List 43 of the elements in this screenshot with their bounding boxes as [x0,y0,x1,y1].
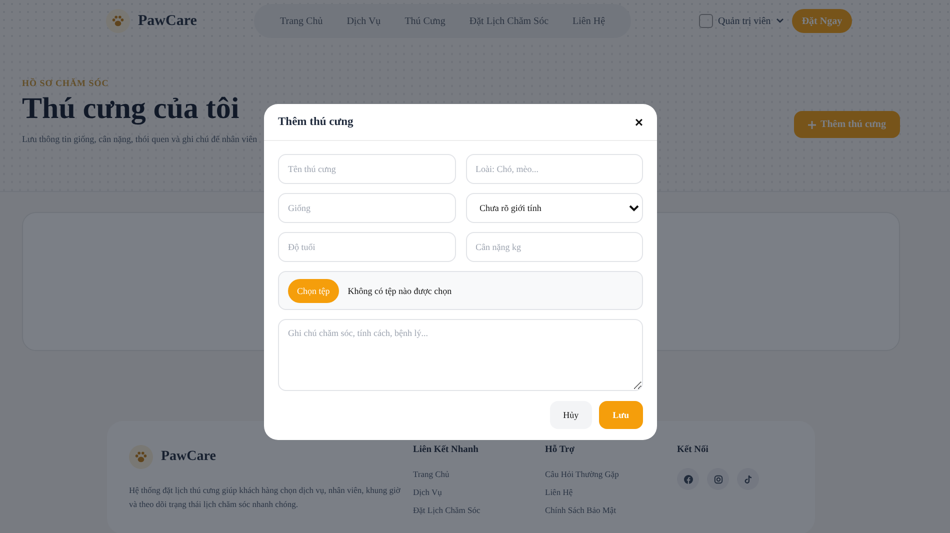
footer-link[interactable]: Câu Hỏi Thường Gặp [545,469,619,479]
footer-heading: Hỗ Trợ [545,445,574,455]
input-field[interactable]: Cân nặng kg [466,232,643,262]
footer-link[interactable]: Chính Sách Bảo Mật [545,505,616,515]
footer-link[interactable]: Dịch Vụ [413,487,442,497]
gender-select[interactable]: Chưa rõ giới tính [466,193,643,223]
nav-link[interactable]: Thú Cưng [392,16,458,26]
save-button[interactable]: Lưu [598,401,643,429]
notes-field[interactable]: Ghi chú chăm sóc, tính cách, bệnh lý... [278,319,643,391]
footer-brand: PawCare [161,449,216,465]
chevron-icon[interactable] [776,18,784,24]
input-field[interactable]: Tên thú cưng [278,154,456,184]
footer-link[interactable]: Liên Hệ [545,487,573,497]
plus-icon [808,120,816,128]
nav-link[interactable]: Đặt Lịch Chăm Sóc [457,16,561,26]
dialog-title: Thêm thú cưng [278,116,354,128]
page-description: Lưu thông tin giống, cân nặng, thói quen và ghi chú để nhân viên [22,134,258,144]
section-eyebrow: HỒ SƠ CHĂM SÓC [22,78,110,88]
paw-logo-icon [106,9,130,33]
close-button[interactable]: × [634,115,643,129]
nav-link[interactable]: Liên Hệ [560,16,618,26]
footer-link[interactable]: Trang Chủ [413,469,450,479]
footer-link[interactable]: Đặt Lịch Chăm Sóc [413,505,480,515]
footer-heading: Liên Kết Nhanh [413,445,478,455]
page-title: Thú cưng của tôi [22,92,240,126]
nav-link[interactable]: Dịch Vụ [334,16,393,26]
paw-logo-icon [129,445,153,469]
nav-link[interactable]: Trang Chủ [268,16,335,26]
brand-name[interactable]: PawCare [138,12,254,30]
cancel-button[interactable]: Hủy [550,401,592,429]
input-field[interactable]: Giống [278,193,456,223]
input-field[interactable]: Loài: Chó, mèo... [466,154,643,184]
footer-heading: Kết Nối [677,445,710,455]
file-status: Không có tệp nào được chọn [348,286,452,296]
music-note-icon[interactable] [737,468,759,490]
footer-description: Hệ thống đặt lịch thú cưng giúp khách hàng chọn dịch vụ, nhân viên, khung giờ và theo dõi trạng thái lịch chăm sóc nhanh chóng. [129,484,402,512]
input-field[interactable]: Độ tuổi [278,232,456,262]
user-menu[interactable]: Quản trị viên [718,16,771,26]
book-now-button[interactable]: Đặt Ngay [792,9,852,33]
add-pet-button[interactable]: Thêm thú cưng [794,111,900,138]
facebook-icon[interactable] [677,468,699,490]
choose-file-button[interactable]: Chọn tệp [288,278,339,302]
instagram-icon[interactable] [707,468,729,490]
